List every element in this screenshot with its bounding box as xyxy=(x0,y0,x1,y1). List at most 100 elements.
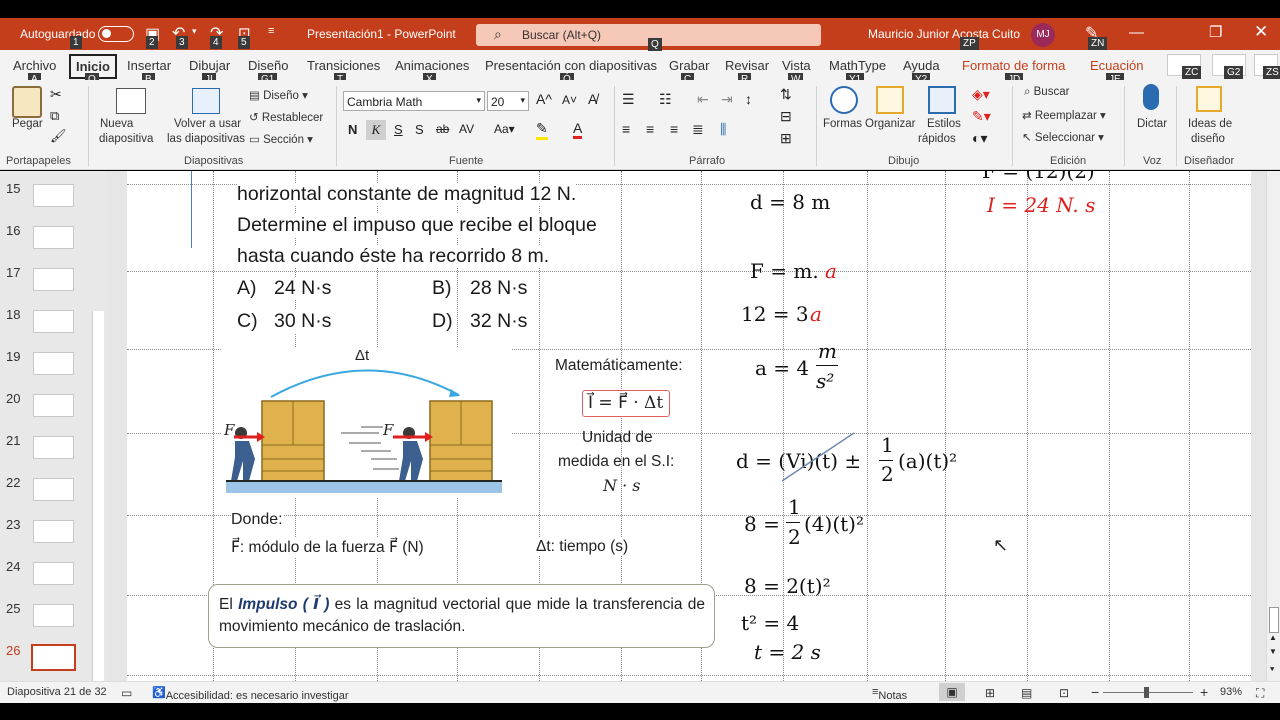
normal-view-icon[interactable]: ▣ xyxy=(939,683,965,701)
slide-sorter-icon[interactable]: ⊞ xyxy=(985,686,995,700)
slide-thumbnail[interactable] xyxy=(33,226,74,249)
design-ideas-icon[interactable] xyxy=(1196,86,1222,112)
outline-icon[interactable]: ✎▾ xyxy=(972,108,991,125)
slideshow-view-icon[interactable]: ⊡ xyxy=(1059,686,1069,700)
customize-quick-access-icon[interactable]: ≡ xyxy=(268,25,274,37)
select-button[interactable]: ↖ Seleccionar ▾ xyxy=(1022,130,1104,144)
slide[interactable]: horizontal constante de magnitud 12 N. D… xyxy=(127,171,1251,681)
tab-grabar[interactable]: Grabar xyxy=(669,58,709,73)
shapes-label[interactable]: Formas xyxy=(823,118,862,130)
slide-thumbnail[interactable] xyxy=(33,352,74,375)
tab-dibujar[interactable]: Dibujar xyxy=(189,58,230,73)
tab-presentacion[interactable]: Presentación con diapositivas xyxy=(485,58,657,73)
restore-icon[interactable]: ❐ xyxy=(1209,23,1222,41)
new-slide-label-2[interactable]: diapositiva xyxy=(99,133,153,145)
columns-icon[interactable]: ⫼ xyxy=(720,121,726,138)
dictate-label[interactable]: Dictar xyxy=(1137,118,1167,130)
numbering-icon[interactable]: ☷ xyxy=(659,91,672,108)
tab-insertar[interactable]: Insertar xyxy=(127,58,171,73)
reset-button[interactable]: ↺ Restablecer xyxy=(249,110,323,124)
shadow-icon[interactable]: S xyxy=(415,122,424,137)
align-right-icon[interactable]: ≡ xyxy=(670,121,678,137)
cut-icon[interactable]: ✂ xyxy=(50,86,62,103)
shrink-font-icon[interactable]: A˅ xyxy=(562,93,577,107)
user-name[interactable]: Mauricio Junior Acosta Cuito xyxy=(868,27,1020,41)
zoom-level[interactable]: 93% xyxy=(1220,686,1242,698)
change-case-icon[interactable]: Aa▾ xyxy=(494,122,515,136)
strikethrough-icon[interactable]: ab xyxy=(436,122,449,136)
replace-button[interactable]: ⇄ Reemplazar ▾ xyxy=(1022,108,1106,122)
layout-button[interactable]: ▤ Diseño ▾ xyxy=(249,88,308,102)
tab-archivo[interactable]: Archivo xyxy=(13,58,56,73)
font-color-icon[interactable]: A xyxy=(573,120,583,139)
smartart-icon[interactable]: ⊞ xyxy=(780,130,792,147)
page-down-icon[interactable]: ⯆ xyxy=(1269,665,1275,675)
design-ideas-label-1[interactable]: Ideas de xyxy=(1188,118,1232,130)
grow-font-icon[interactable]: A^ xyxy=(536,91,552,107)
avatar[interactable]: MJ xyxy=(1031,23,1055,47)
fill-icon[interactable]: ◈▾ xyxy=(972,86,990,103)
slide-thumbnail[interactable] xyxy=(33,520,74,543)
close-icon[interactable]: ✕ xyxy=(1254,22,1268,42)
tab-mathtype[interactable]: MathType xyxy=(829,58,886,73)
paste-icon[interactable] xyxy=(12,86,42,118)
highlight-icon[interactable]: ✎ xyxy=(536,120,548,140)
tab-transiciones[interactable]: Transiciones xyxy=(307,58,380,73)
notes-button[interactable]: ≡ Notas xyxy=(872,686,907,702)
paste-label[interactable]: Pegar xyxy=(12,118,43,130)
tab-ecuacion[interactable]: Ecuación xyxy=(1090,58,1143,73)
tab-formato-forma[interactable]: Formato de forma xyxy=(962,58,1065,73)
tab-vista[interactable]: Vista xyxy=(782,58,811,73)
tab-ayuda[interactable]: Ayuda xyxy=(903,58,940,73)
slide-thumbnail[interactable] xyxy=(33,268,74,291)
slide-thumbnail[interactable] xyxy=(33,604,74,627)
reuse-slides-label-2[interactable]: las diapositivas xyxy=(167,133,245,145)
new-slide-icon[interactable] xyxy=(116,88,146,114)
tab-revisar[interactable]: Revisar xyxy=(725,58,769,73)
tab-animaciones[interactable]: Animaciones xyxy=(395,58,469,73)
quick-styles-icon[interactable] xyxy=(928,86,956,114)
effects-icon[interactable]: ◐▾ xyxy=(972,130,987,147)
bullets-icon[interactable]: ☰ xyxy=(622,91,635,108)
slide-thumbnail[interactable] xyxy=(33,478,74,501)
decrease-indent-icon[interactable]: ⇤ xyxy=(697,91,709,108)
spelling-icon[interactable]: ▭ xyxy=(121,686,132,700)
text-direction-icon[interactable]: ⇅ xyxy=(780,86,792,103)
quick-styles-label-2[interactable]: rápidos xyxy=(918,133,956,145)
section-button[interactable]: ▭ Sección ▾ xyxy=(249,132,313,146)
justify-icon[interactable]: ≣ xyxy=(692,121,704,138)
char-spacing-icon[interactable]: AV xyxy=(459,122,474,136)
thumb-scrollbar[interactable] xyxy=(92,311,104,681)
reuse-slides-icon[interactable] xyxy=(192,88,220,114)
italic-icon[interactable]: K xyxy=(366,120,386,140)
slide-thumbnail-selected[interactable] xyxy=(31,644,76,671)
design-ideas-label-2[interactable]: diseño xyxy=(1191,133,1225,145)
font-name-box[interactable]: Cambria Math ▾ xyxy=(343,91,485,111)
zoom-in-icon[interactable]: + xyxy=(1200,684,1208,700)
copy-icon[interactable]: ⧉ xyxy=(50,108,59,124)
reuse-slides-label-1[interactable]: Volver a usar xyxy=(174,118,241,130)
align-left-icon[interactable]: ≡ xyxy=(622,121,630,137)
increase-indent-icon[interactable]: ⇥ xyxy=(721,91,733,108)
format-painter-icon[interactable]: 🖌 xyxy=(50,128,67,144)
undo-dropdown-icon[interactable]: ▾ xyxy=(192,26,197,37)
minimize-icon[interactable]: — xyxy=(1129,24,1144,41)
autosave-toggle[interactable] xyxy=(98,26,134,42)
find-button[interactable]: ⌕ Buscar xyxy=(1024,86,1069,99)
clear-format-icon[interactable]: A̸ xyxy=(588,91,597,107)
quick-styles-label-1[interactable]: Estilos xyxy=(927,118,961,130)
line-spacing-icon[interactable]: ↕ xyxy=(745,91,752,107)
microphone-icon[interactable] xyxy=(1143,84,1159,110)
font-size-box[interactable]: 20 ▾ xyxy=(487,91,529,111)
slide-thumbnail[interactable] xyxy=(33,436,74,459)
scroll-thumb[interactable] xyxy=(1269,607,1279,633)
tab-diseno[interactable]: Diseño xyxy=(248,58,288,73)
slide-thumbnail[interactable] xyxy=(33,394,74,417)
new-slide-label-1[interactable]: Nueva xyxy=(100,118,133,130)
vertical-scrollbar[interactable]: ▲ ▼ ⯆ xyxy=(1266,171,1280,681)
slide-thumbnail[interactable] xyxy=(33,184,74,207)
underline-icon[interactable]: S xyxy=(394,122,403,137)
reading-view-icon[interactable]: ▤ xyxy=(1021,686,1032,700)
arrange-icon[interactable] xyxy=(876,86,904,114)
scroll-down-icon[interactable]: ▼ xyxy=(1269,647,1277,656)
